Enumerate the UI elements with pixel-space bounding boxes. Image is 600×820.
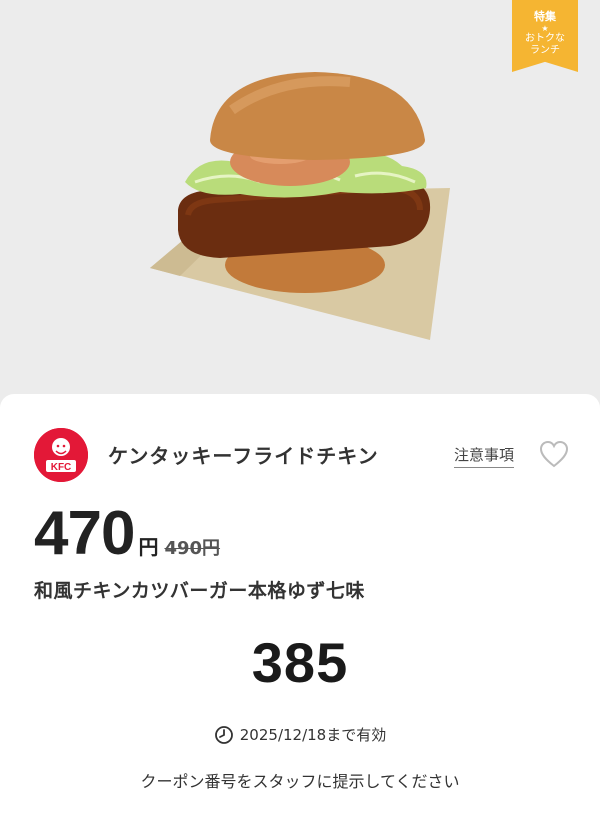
shop-name: ケンタッキーフライドチキン: [108, 444, 379, 468]
product-image: 特集 ★ おトクな ランチ: [0, 0, 600, 400]
price-row: 470 円 490円: [34, 498, 220, 569]
ribbon-line-2: ランチ: [530, 45, 560, 56]
original-price: 490円: [164, 538, 221, 559]
clock-icon: [214, 725, 233, 744]
favorite-heart-icon[interactable]: [539, 440, 569, 468]
validity-row: 2025/12/18まで有効: [0, 724, 600, 745]
notes-link[interactable]: 注意事項: [454, 444, 515, 468]
feature-ribbon: 特集 ★ おトクな ランチ: [512, 0, 578, 72]
product-name: 和風チキンカツバーガー本格ゆず七味: [34, 580, 365, 602]
kfc-logo: KFC: [34, 428, 88, 482]
validity-date: 2025/12/18まで有効: [239, 726, 387, 744]
coupon-code: 385: [251, 631, 349, 694]
burger-illustration: [150, 72, 450, 340]
star-icon: ★: [541, 24, 549, 33]
colonel-icon: KFC: [34, 428, 88, 482]
ribbon-line-1: おトクな: [525, 33, 565, 44]
coupon-card: KFC ケンタッキーフライドチキン 注意事項 470 円 490円 和風チキンカ…: [0, 394, 600, 820]
current-price: 470: [34, 499, 135, 568]
ribbon-title: 特集: [534, 10, 556, 23]
coupon-instruction: クーポン番号をスタッフに提示してください: [140, 772, 460, 791]
logo-text: KFC: [51, 462, 72, 473]
currency-label: 円: [138, 535, 159, 559]
